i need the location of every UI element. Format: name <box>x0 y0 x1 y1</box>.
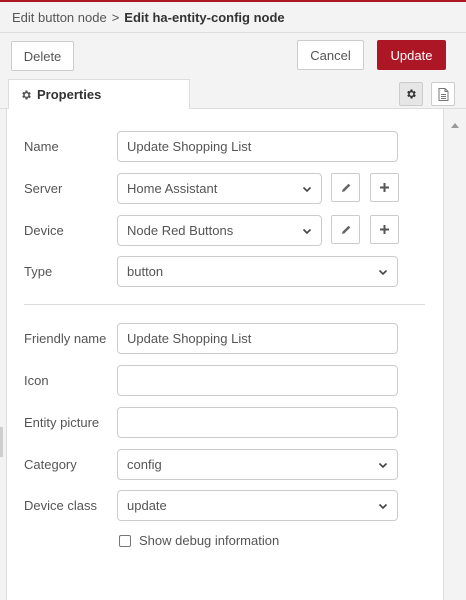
category-select[interactable]: config <box>117 449 398 480</box>
chevron-down-icon <box>378 503 388 509</box>
chevron-down-icon <box>302 228 312 234</box>
friendly-name-label: Friendly name <box>24 331 107 346</box>
icon-label: Icon <box>24 373 49 388</box>
device-class-select[interactable]: update <box>117 490 398 521</box>
breadcrumb: Edit button node > Edit ha-entity-config… <box>0 2 466 33</box>
device-select[interactable]: Node Red Buttons <box>117 215 322 246</box>
scrollbar[interactable] <box>444 109 466 600</box>
chevron-down-icon <box>378 462 388 468</box>
add-device-button[interactable] <box>370 215 399 244</box>
server-label: Server <box>24 181 63 196</box>
tab-properties[interactable]: Properties <box>8 79 190 110</box>
plus-icon <box>380 183 389 192</box>
document-icon <box>438 87 448 101</box>
breadcrumb-current: Edit ha-entity-config node <box>124 9 285 25</box>
settings-tab-button[interactable] <box>399 82 423 106</box>
dialog-toolbar: Delete Cancel Update <box>0 33 466 78</box>
debug-option: Show debug information <box>119 533 279 548</box>
server-select-value: Home Assistant <box>127 181 218 196</box>
type-select-value: button <box>127 264 164 279</box>
tab-properties-label: Properties <box>37 87 102 102</box>
scroll-up-arrow[interactable] <box>451 123 459 128</box>
breadcrumb-parent[interactable]: Edit button node <box>12 10 107 25</box>
breadcrumb-separator: > <box>111 9 120 25</box>
friendly-name-input-value: Update Shopping List <box>127 331 252 346</box>
tab-strip: Properties <box>0 78 466 110</box>
debug-checkbox[interactable] <box>119 534 131 547</box>
edit-device-button[interactable] <box>331 215 360 244</box>
name-input-value: Update Shopping List <box>127 139 252 154</box>
edit-server-button[interactable] <box>331 173 360 202</box>
server-select[interactable]: Home Assistant <box>117 173 322 204</box>
name-label: Name <box>24 139 59 154</box>
add-server-button[interactable] <box>370 173 399 202</box>
gear-icon <box>22 90 31 99</box>
device-class-label: Device class <box>24 498 97 513</box>
type-select[interactable]: button <box>117 256 398 287</box>
update-button[interactable]: Update <box>377 40 446 70</box>
category-select-value: config <box>127 457 162 472</box>
pencil-icon <box>341 183 350 192</box>
delete-button[interactable]: Delete <box>11 41 74 71</box>
entity-picture-label: Entity picture <box>24 415 100 430</box>
icon-input[interactable] <box>117 365 398 396</box>
device-select-value: Node Red Buttons <box>127 223 234 238</box>
cancel-button[interactable]: Cancel <box>297 40 364 70</box>
category-label: Category <box>24 457 77 472</box>
gear-icon <box>407 89 416 99</box>
debug-checkbox-label[interactable]: Show debug information <box>139 533 279 548</box>
chevron-down-icon <box>378 269 388 275</box>
resize-handle[interactable] <box>0 427 3 457</box>
name-input[interactable]: Update Shopping List <box>117 131 398 162</box>
chevron-down-icon <box>302 186 312 192</box>
type-label: Type <box>24 264 53 279</box>
plus-icon <box>380 225 389 234</box>
device-label: Device <box>24 223 64 238</box>
device-class-select-value: update <box>127 498 167 513</box>
section-divider <box>24 304 425 305</box>
pencil-icon <box>341 225 350 234</box>
friendly-name-input[interactable]: Update Shopping List <box>117 323 398 354</box>
entity-picture-input[interactable] <box>117 407 398 438</box>
description-tab-button[interactable] <box>431 82 455 106</box>
